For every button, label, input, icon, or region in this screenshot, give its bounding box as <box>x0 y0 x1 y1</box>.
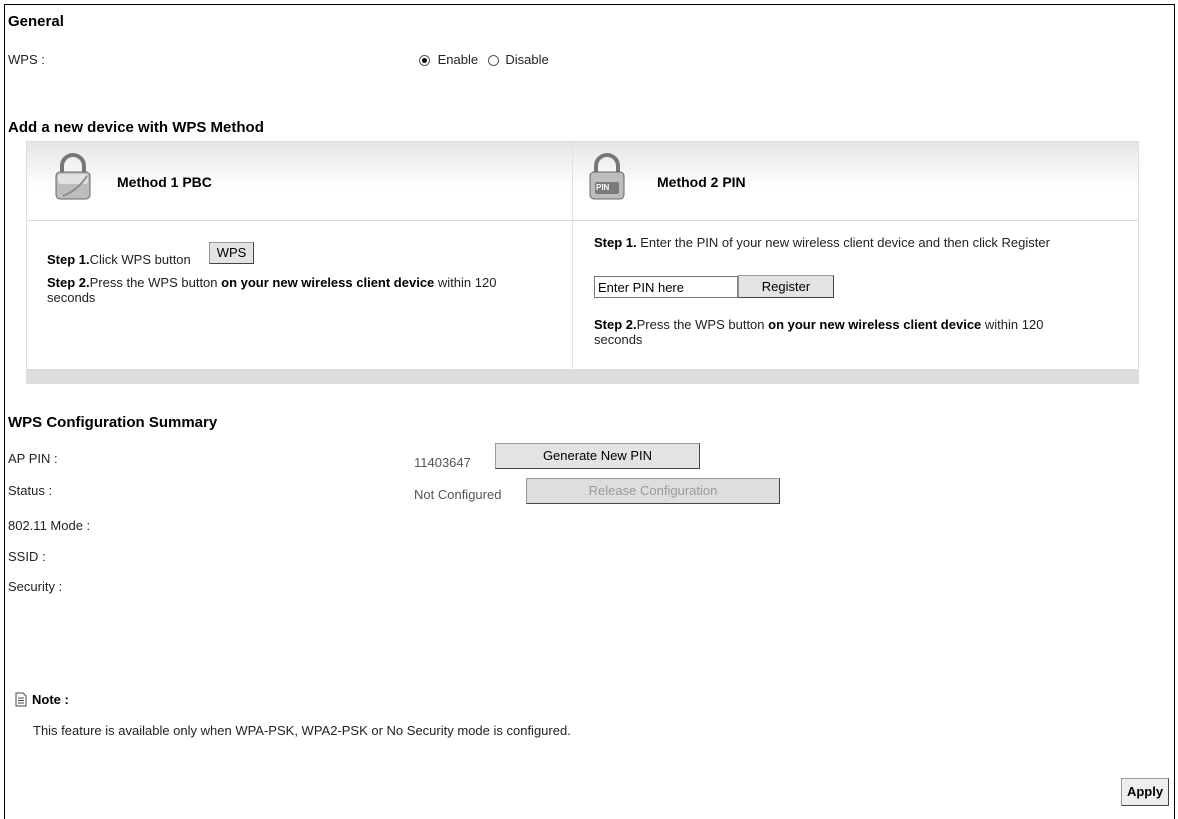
method1-step2-label: Step 2. <box>47 275 90 290</box>
pin-lock-icon <box>587 152 627 207</box>
wps-enable-label[interactable]: Enable <box>438 52 478 67</box>
register-button[interactable]: Register <box>738 275 834 298</box>
status-value: Not Configured <box>414 487 502 502</box>
method1-step1-label: Step 1. <box>47 252 90 267</box>
apply-button[interactable]: Apply <box>1121 778 1169 806</box>
mode-label: 802.11 Mode : <box>8 518 91 533</box>
wps-label: WPS : <box>8 52 45 67</box>
add-device-heading: Add a new device with WPS Method <box>8 119 264 136</box>
methods-footer-band <box>27 369 1138 383</box>
note-title: Note : <box>32 692 69 707</box>
note-text: This feature is available only when WPA-… <box>33 723 571 738</box>
status-label: Status : <box>8 483 53 498</box>
method1-step2-text: Press the WPS button <box>89 275 222 290</box>
ap-pin-value: 11403647 <box>414 455 471 470</box>
method1-title: Method 1 PBC <box>117 174 212 190</box>
wps-button[interactable]: WPS <box>209 242 254 264</box>
method2-step2: Step 2.Press the WPS button on your new … <box>594 317 1094 347</box>
note-icon <box>15 692 27 712</box>
lock-icon <box>53 152 93 207</box>
method2-step1-label: Step 1. <box>594 235 637 250</box>
method2-step1-text: Enter the PIN of your new wireless clien… <box>636 235 1050 250</box>
method1-step1-text: Click WPS button <box>89 252 191 267</box>
pin-input[interactable] <box>594 276 738 298</box>
method1-step2: Step 2.Press the WPS button on your new … <box>47 275 507 305</box>
method1-step2-emph: on your new wireless client device <box>221 275 435 290</box>
pin-icon-text: PIN <box>596 183 610 192</box>
general-heading: General <box>8 13 64 30</box>
ap-pin-label: AP PIN : <box>8 451 58 466</box>
generate-new-pin-button[interactable]: Generate New PIN <box>495 443 700 469</box>
summary-heading: WPS Configuration Summary <box>8 414 218 431</box>
method2-step1: Step 1. Enter the PIN of your new wirele… <box>594 235 1094 250</box>
ssid-label: SSID : <box>8 549 46 564</box>
method2-step2-text: Press the WPS button <box>636 317 769 332</box>
wps-enable-radio[interactable] <box>419 55 430 67</box>
method2-step2-emph: on your new wireless client device <box>768 317 982 332</box>
wps-methods-panel: Method 1 PBC Step 1.Click WPS button WPS… <box>26 141 1139 384</box>
method2-title: Method 2 PIN <box>657 174 746 190</box>
wps-radio-group: Enable Disable <box>419 52 549 67</box>
wps-disable-radio[interactable] <box>487 55 499 67</box>
method1-step1: Step 1.Click WPS button <box>47 252 191 267</box>
release-configuration-button[interactable]: Release Configuration <box>526 478 780 504</box>
security-label: Security : <box>8 579 63 594</box>
methods-divider <box>572 142 573 383</box>
method2-step2-label: Step 2. <box>594 317 637 332</box>
wps-disable-label[interactable]: Disable <box>505 52 548 67</box>
